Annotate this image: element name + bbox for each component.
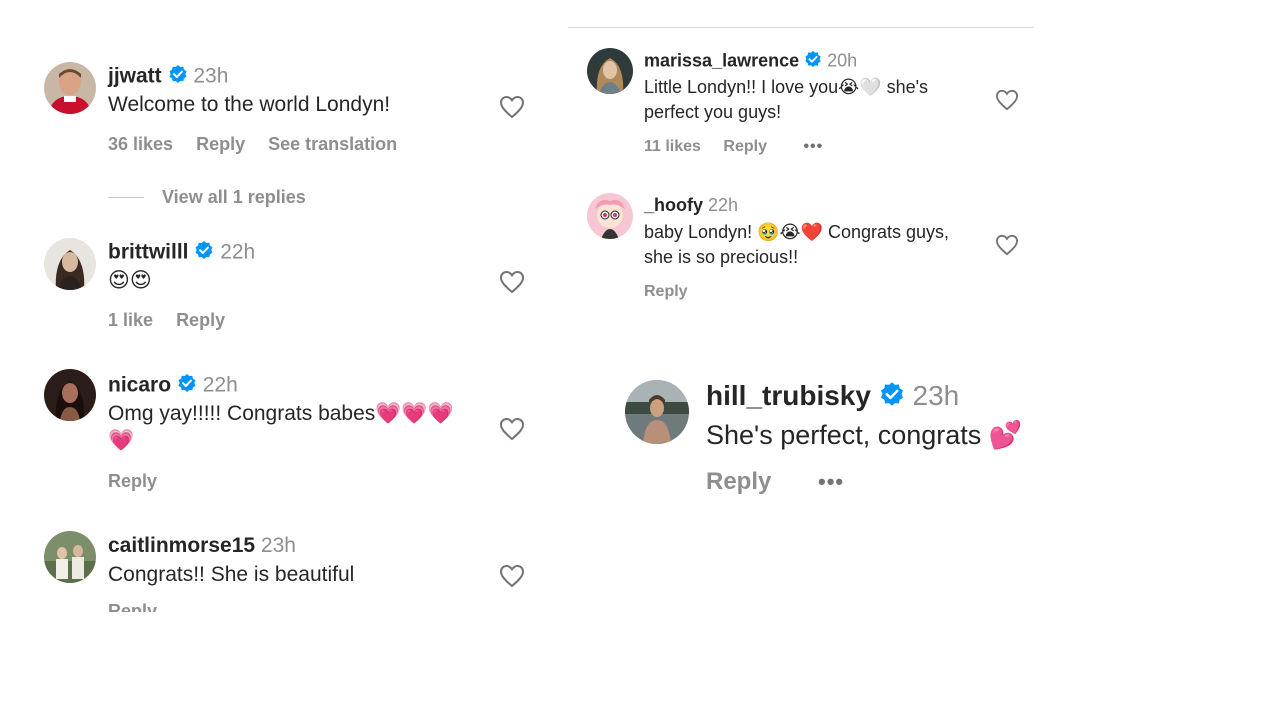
panel-divider — [568, 27, 1034, 28]
reply-button[interactable]: Reply — [196, 134, 245, 154]
reply-button[interactable]: Reply — [706, 468, 771, 495]
avatar[interactable] — [44, 369, 96, 421]
heart-icon[interactable] — [995, 234, 1019, 261]
comment-marissa-lawrence: marissa_lawrence 20h Little Londyn!! I l… — [587, 46, 1027, 166]
replies-divider — [108, 197, 144, 198]
more-options-icon[interactable]: ••• — [818, 469, 844, 495]
comment-text-line-2: 💗 — [108, 429, 135, 452]
reply-button[interactable]: Reply — [176, 310, 225, 330]
avatar[interactable] — [587, 193, 633, 239]
verified-badge-icon — [177, 373, 197, 399]
heart-icon[interactable] — [499, 564, 525, 593]
timestamp: 23h — [260, 534, 296, 557]
comments-panel-right: marissa_lawrence 20h Little Londyn!! I l… — [568, 0, 1036, 330]
username[interactable]: caitlinmorse15 — [108, 534, 255, 557]
reply-button[interactable]: Reply — [108, 601, 157, 612]
comment-text: Welcome to the world Londyn! — [108, 93, 391, 116]
verified-badge-icon — [168, 64, 188, 90]
heart-icon[interactable] — [499, 95, 525, 124]
more-options-icon[interactable]: ••• — [803, 138, 823, 156]
comment-text-line-2: she is so precious!! — [644, 247, 799, 267]
comment-nicaro: nicaro 22h Omg yay!!!!! Congrats babes💗💗… — [44, 369, 544, 499]
username[interactable]: nicaro — [108, 374, 171, 397]
comment-text: 😍😍 — [108, 269, 152, 292]
see-translation-link[interactable]: See translation — [268, 134, 397, 154]
username[interactable]: jjwatt — [108, 65, 162, 88]
comment-hill-trubisky: hill_trubisky 23h She's perfect, congrat… — [625, 378, 1045, 508]
heart-icon[interactable] — [995, 89, 1019, 116]
heart-icon[interactable] — [499, 417, 525, 446]
avatar[interactable] — [587, 48, 633, 94]
timestamp: 20h — [827, 50, 858, 71]
heart-icon[interactable] — [499, 270, 525, 299]
likes-count[interactable]: 1 like — [108, 310, 153, 330]
username[interactable]: hill_trubisky — [706, 380, 871, 411]
avatar[interactable] — [44, 62, 96, 114]
comments-panel-left: jjwatt 23h Welcome to the world Londyn! … — [0, 0, 560, 612]
comment-text: She's perfect, congrats 💕 — [706, 420, 1023, 450]
reply-button[interactable]: Reply — [723, 138, 767, 155]
comment-text-line-1: baby Londyn! 🥹😭❤️ Congrats guys, — [644, 222, 950, 242]
timestamp: 22h — [708, 195, 739, 215]
comment-text-line-1: Omg yay!!!!! Congrats babes💗💗💗 — [108, 402, 454, 425]
timestamp: 22h — [220, 240, 256, 264]
comment-caitlinmorse15: caitlinmorse15 23h Congrats!! She is bea… — [44, 530, 544, 612]
reply-button[interactable]: Reply — [644, 283, 688, 300]
comment-text-line-2: perfect you guys! — [644, 102, 782, 122]
likes-count[interactable]: 36 likes — [108, 134, 173, 154]
avatar[interactable] — [44, 238, 96, 290]
verified-badge-icon — [879, 381, 905, 414]
timestamp: 22h — [202, 373, 238, 397]
avatar[interactable] — [625, 380, 689, 444]
username[interactable]: _hoofy — [644, 195, 703, 215]
verified-badge-icon — [804, 50, 822, 73]
username[interactable]: brittwilll — [108, 241, 189, 264]
reply-button[interactable]: Reply — [108, 471, 157, 491]
verified-badge-icon — [194, 240, 214, 266]
comment-text: Congrats!! She is beautiful — [108, 563, 355, 586]
comment-hoofy: _hoofy 22h baby Londyn! 🥹😭❤️ Congrats gu… — [587, 191, 1027, 311]
timestamp: 23h — [912, 380, 960, 411]
avatar[interactable] — [44, 531, 96, 583]
comment-text-line-1: Little Londyn!! I love you😭🤍 she's — [644, 77, 929, 97]
likes-count[interactable]: 11 likes — [644, 138, 701, 155]
comment-brittwilll: brittwilll 22h 😍😍 1 like Reply — [44, 236, 544, 336]
timestamp: 23h — [193, 64, 229, 88]
username[interactable]: marissa_lawrence — [644, 50, 799, 70]
comment-jjwatt: jjwatt 23h Welcome to the world Londyn! … — [44, 60, 544, 210]
view-replies-button[interactable]: View all 1 replies — [162, 187, 306, 208]
